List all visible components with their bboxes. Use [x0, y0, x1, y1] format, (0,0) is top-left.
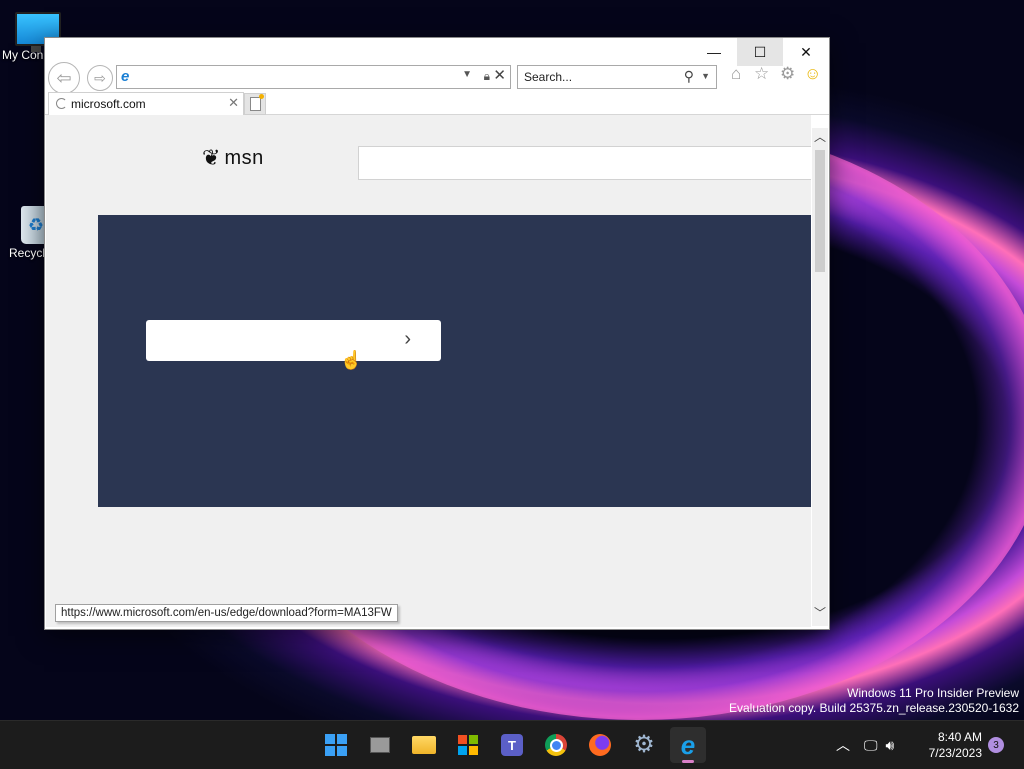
windows-watermark: Windows 11 Pro Insider Preview Evaluatio… — [729, 686, 1019, 716]
watermark-line1: Windows 11 Pro Insider Preview — [847, 686, 1019, 700]
stop-button[interactable]: ✕ — [493, 66, 506, 84]
settings-icon: ⚙ — [633, 731, 655, 758]
feedback-smiley-icon[interactable]: ☺ — [804, 64, 821, 84]
tab-title: microsoft.com — [71, 97, 146, 111]
search-dropdown-icon[interactable]: ▼ — [701, 71, 710, 81]
hero-cta-button[interactable]: › ☝ — [146, 320, 441, 370]
tab-bar: microsoft.com ✕ — [45, 92, 829, 115]
task-view-icon — [370, 737, 390, 753]
scrollbar-thumb[interactable] — [815, 150, 825, 272]
forward-button[interactable]: ⇨ — [87, 65, 113, 91]
file-explorer-icon — [412, 736, 436, 754]
msn-search-input[interactable] — [358, 146, 811, 180]
scroll-up-icon[interactable]: ︿ — [812, 128, 828, 144]
tab-close-icon[interactable]: ✕ — [228, 95, 239, 111]
loading-spinner-icon — [56, 98, 67, 109]
search-icon[interactable]: ⚲ — [684, 68, 694, 85]
ie-page-icon: e — [121, 68, 130, 85]
arrow-right-icon: ⇨ — [94, 69, 106, 86]
back-button[interactable]: ⇦ — [48, 62, 80, 94]
taskbar: T ⚙ e ︿ 🖵︎ 🔊︎ 8:40 AM 7/23/2023 3 — [0, 720, 1024, 769]
search-box[interactable]: Search... ⚲ ▼ — [517, 65, 717, 89]
file-explorer-button[interactable] — [406, 727, 442, 763]
firefox-icon — [589, 734, 611, 756]
start-button[interactable] — [318, 727, 354, 763]
home-icon[interactable]: ⌂ — [731, 64, 741, 84]
page-content: ❦ msn › ☝ — [46, 115, 811, 627]
lock-icon[interactable]: 🔒︎ — [484, 69, 490, 84]
tab-microsoft[interactable]: microsoft.com ✕ — [48, 92, 244, 115]
internet-explorer-button[interactable]: e — [670, 727, 706, 763]
msn-logo[interactable]: ❦ msn — [202, 145, 264, 171]
chrome-icon — [545, 734, 567, 756]
internet-explorer-window: — ☐ ✕ ⇦ ⇨ e ▼ 🔒︎ ✕ Search... ⚲ ▼ ⌂ ☆ ⚙ ☺… — [44, 37, 830, 630]
clock[interactable]: 8:40 AM 7/23/2023 — [929, 729, 982, 761]
address-bar[interactable]: e ▼ 🔒︎ ✕ — [116, 65, 511, 89]
volume-icon[interactable]: 🔊︎ — [886, 737, 895, 754]
internet-explorer-icon: e — [680, 730, 696, 760]
chrome-button[interactable] — [538, 727, 574, 763]
notification-badge[interactable]: 3 — [988, 737, 1004, 753]
new-tab-button[interactable] — [244, 93, 266, 115]
store-icon — [458, 735, 478, 755]
teams-icon: T — [501, 734, 523, 756]
hero-banner: › ☝ — [98, 215, 811, 507]
firefox-button[interactable] — [582, 727, 618, 763]
clock-time: 8:40 AM — [937, 730, 982, 744]
new-tab-icon — [249, 94, 264, 111]
chevron-up-icon[interactable]: ︿ — [836, 735, 850, 755]
msn-logo-text: msn — [224, 146, 264, 169]
task-view-button[interactable] — [362, 727, 398, 763]
hand-cursor-icon: ☝ — [340, 350, 363, 370]
gear-icon[interactable]: ⚙ — [780, 64, 795, 84]
status-bar-url: https://www.microsoft.com/en-us/edge/dow… — [55, 604, 398, 622]
navigation-bar: ⇦ ⇨ e ▼ 🔒︎ ✕ Search... ⚲ ▼ ⌂ ☆ ⚙ ☺ — [45, 62, 829, 94]
teams-button[interactable]: T — [494, 727, 530, 763]
vertical-scrollbar[interactable]: ︿ ﹀ — [812, 128, 828, 626]
settings-button[interactable]: ⚙ — [626, 727, 662, 763]
chevron-right-icon: › — [404, 328, 411, 350]
arrow-left-icon: ⇦ — [56, 67, 72, 88]
favorites-star-icon[interactable]: ☆ — [754, 64, 769, 84]
system-tray: ︿ 🖵︎ 🔊︎ — [836, 721, 894, 769]
address-dropdown-icon[interactable]: ▼ — [462, 69, 472, 80]
search-input[interactable]: Search... — [524, 70, 572, 84]
scroll-down-icon[interactable]: ﹀ — [812, 604, 828, 620]
watermark-line2: Evaluation copy. Build 25375.zn_release.… — [729, 701, 1019, 715]
network-icon[interactable]: 🖵︎ — [864, 737, 878, 754]
msn-butterfly-icon: ❦ — [202, 145, 221, 170]
store-button[interactable] — [450, 727, 486, 763]
start-icon — [325, 734, 347, 756]
clock-date: 7/23/2023 — [928, 746, 982, 760]
